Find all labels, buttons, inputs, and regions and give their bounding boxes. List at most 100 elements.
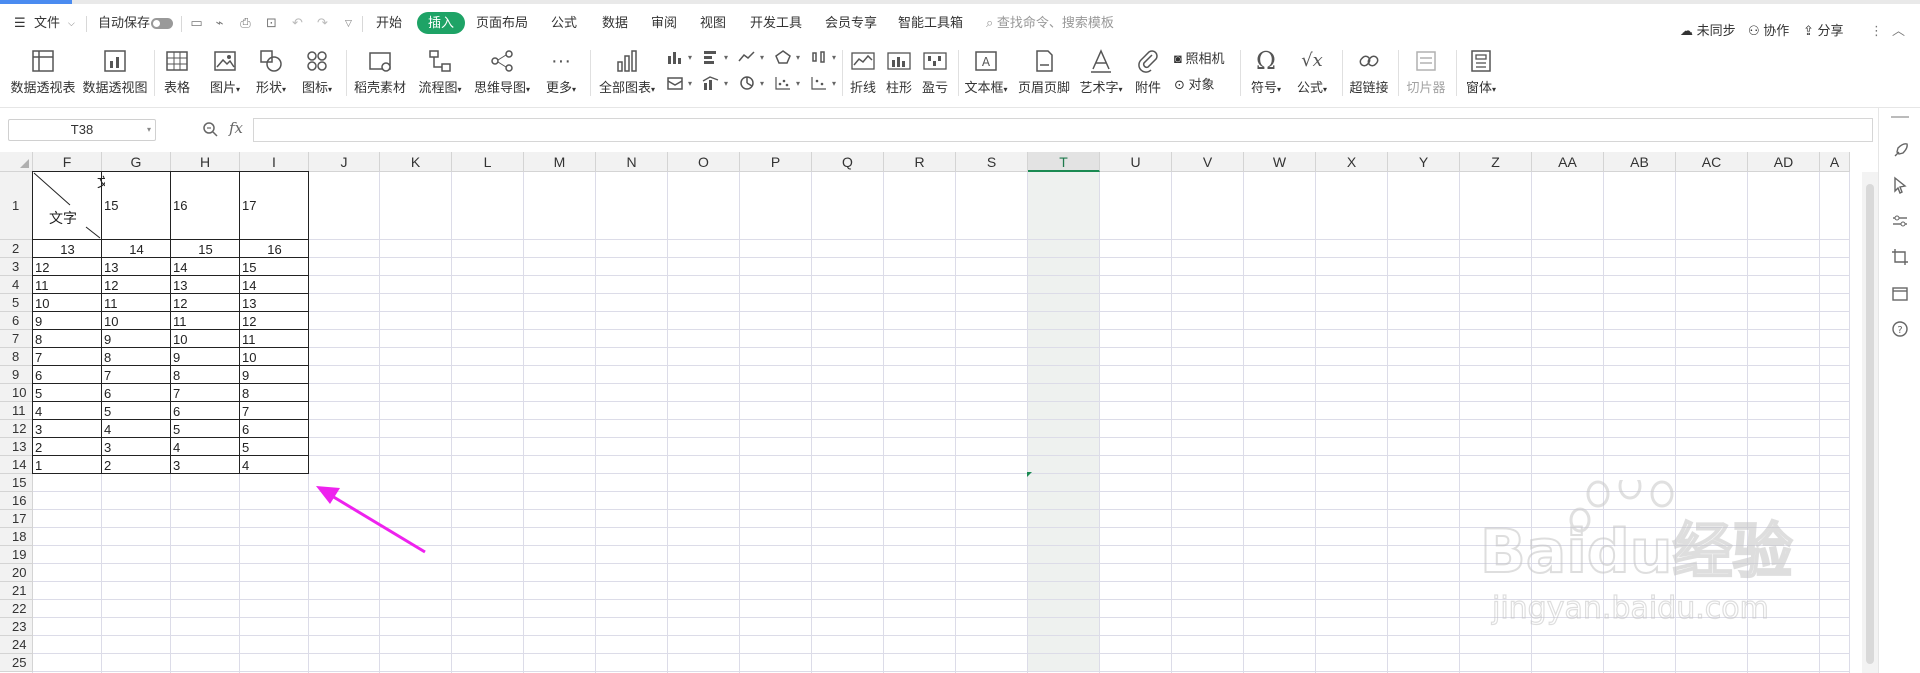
rocket-icon[interactable] [1891, 142, 1909, 160]
vertical-scrollbar[interactable] [1862, 172, 1878, 673]
cell-data[interactable]: 9 [102, 331, 171, 348]
line-chart-button[interactable]: ▾ [736, 46, 770, 68]
tab-developer[interactable]: 开发工具 [750, 8, 802, 38]
chevron-down-icon[interactable]: ⌵ [68, 8, 75, 38]
all-charts-button[interactable]: 全部图表▾ [596, 40, 658, 106]
cell-data[interactable]: 12 [33, 259, 102, 276]
cell-data[interactable]: 12 [102, 277, 171, 294]
column-header-M[interactable]: M [524, 152, 596, 172]
cell-data[interactable]: 2 [102, 457, 171, 474]
column-header-X[interactable]: X [1316, 152, 1388, 172]
row-header-9[interactable]: 9 [0, 366, 33, 384]
file-menu[interactable]: 文件 [34, 8, 60, 38]
column-header-S[interactable]: S [956, 152, 1028, 172]
form-button[interactable]: 窗体▾ [1460, 40, 1502, 106]
table-button[interactable]: 表格 [158, 40, 196, 106]
row-header-21[interactable]: 21 [0, 582, 33, 600]
column-header-V[interactable]: V [1172, 152, 1244, 172]
tab-formulas[interactable]: 公式 [551, 8, 577, 38]
object-button[interactable]: ⊙ 对象 [1174, 74, 1215, 93]
tab-page-layout[interactable]: 页面布局 [476, 8, 528, 38]
flowchart-button[interactable]: 流程图▾ [414, 40, 466, 106]
column-header-Z[interactable]: Z [1460, 152, 1532, 172]
radar-chart-button[interactable]: ▾ [808, 72, 842, 94]
row-header-19[interactable]: 19 [0, 546, 33, 564]
sparkline-bar-button[interactable]: 柱形 [882, 40, 916, 106]
tab-view[interactable]: 视图 [700, 8, 726, 38]
column-header-P[interactable]: P [740, 152, 812, 172]
tab-insert[interactable]: 插入 [417, 12, 466, 34]
pie-chart-button[interactable]: ▾ [772, 46, 806, 68]
cell-data[interactable]: 7 [171, 385, 240, 402]
fx-icon[interactable]: fx [229, 119, 243, 137]
cell-data[interactable]: 6 [171, 403, 240, 420]
cell-data[interactable]: 11 [33, 277, 102, 294]
cell-row1[interactable]: 17 [240, 197, 309, 214]
cell-data[interactable]: 4 [240, 457, 309, 474]
material-button[interactable]: 稻壳素材 [352, 40, 408, 106]
hamburger-icon[interactable]: ☰ [14, 8, 26, 38]
format-painter-icon[interactable]: ⌁ [212, 16, 227, 30]
row-header-20[interactable]: 20 [0, 564, 33, 582]
textbox-button[interactable]: A 文本框▾ [962, 40, 1010, 106]
column-header-I[interactable]: I [240, 152, 309, 172]
column-header-J[interactable]: J [309, 152, 380, 172]
column-header-Y[interactable]: Y [1388, 152, 1460, 172]
column-header-R[interactable]: R [884, 152, 956, 172]
cell-row1[interactable]: 15 [102, 197, 171, 214]
cell-data[interactable]: 10 [171, 331, 240, 348]
tab-home[interactable]: 开始 [376, 8, 402, 38]
cell-data[interactable]: 13 [240, 295, 309, 312]
pivot-chart-button[interactable]: 数据透视图 [80, 40, 150, 106]
combo-chart-button[interactable]: ▾ [700, 72, 734, 94]
row-header-16[interactable]: 16 [0, 492, 33, 510]
row-header-14[interactable]: 14 [0, 456, 33, 474]
cell-data[interactable]: 14 [240, 277, 309, 294]
row-header-3[interactable]: 3 [0, 258, 33, 276]
row-header-5[interactable]: 5 [0, 294, 33, 312]
cell-data[interactable]: 8 [240, 385, 309, 402]
wordart-button[interactable]: 艺术字▾ [1076, 40, 1126, 106]
crop-icon[interactable] [1891, 248, 1909, 266]
cell-data[interactable]: 8 [171, 367, 240, 384]
cell-row2[interactable]: 13 [33, 241, 102, 258]
column-header-H[interactable]: H [171, 152, 240, 172]
pivot-table-button[interactable]: 数据透视表 [8, 40, 78, 106]
customize-quick-access-icon[interactable]: ▽ [341, 16, 356, 30]
hyperlink-button[interactable]: 超链接 [1346, 40, 1392, 106]
undo-icon[interactable]: ↶ [290, 16, 305, 30]
bar-chart-button[interactable]: ▾ [700, 46, 734, 68]
row-header-1[interactable]: 1 [0, 172, 33, 240]
symbol-button[interactable]: Ω 符号▾ [1244, 40, 1288, 106]
column-header-O[interactable]: O [668, 152, 740, 172]
row-header-22[interactable]: 22 [0, 600, 33, 618]
sparkline-winloss-button[interactable]: 盈亏 [918, 40, 952, 106]
print-preview-icon[interactable]: ⊡ [264, 16, 279, 30]
cell-row2[interactable]: 16 [240, 241, 309, 258]
cell-data[interactable]: 1 [33, 457, 102, 474]
cell-data[interactable]: 5 [240, 439, 309, 456]
cell-data[interactable]: 11 [102, 295, 171, 312]
area-chart-button[interactable]: ▾ [664, 72, 698, 94]
row-header-6[interactable]: 6 [0, 312, 33, 330]
formula-input[interactable] [253, 118, 1873, 142]
cell-data[interactable]: 9 [240, 367, 309, 384]
command-search[interactable]: ⌕ 查找命令、搜索模板 [986, 8, 1114, 38]
print-icon[interactable]: ⎙ [238, 16, 253, 30]
cell-data[interactable]: 8 [33, 331, 102, 348]
more-button[interactable]: ··· 更多▾ [538, 40, 584, 106]
autosave-toggle[interactable] [151, 18, 173, 29]
cell-data[interactable]: 14 [171, 259, 240, 276]
cell-data[interactable]: 2 [33, 439, 102, 456]
tab-data[interactable]: 数据 [602, 8, 628, 38]
row-header-15[interactable]: 15 [0, 474, 33, 492]
tab-smart-toolbox[interactable]: 智能工具箱 [898, 8, 963, 38]
header-footer-button[interactable]: 页眉页脚 [1016, 40, 1072, 106]
cell-data[interactable]: 3 [171, 457, 240, 474]
row-header-23[interactable]: 23 [0, 618, 33, 636]
cell-data[interactable]: 5 [102, 403, 171, 420]
row-header-13[interactable]: 13 [0, 438, 33, 456]
formula-button[interactable]: √x 公式▾ [1290, 40, 1334, 106]
row-header-10[interactable]: 10 [0, 384, 33, 402]
zoom-icon[interactable] [202, 121, 218, 137]
